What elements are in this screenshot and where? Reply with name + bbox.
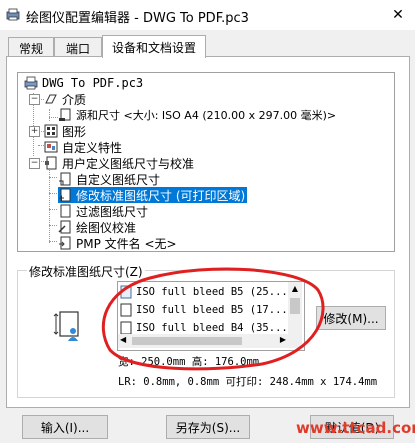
tab-device-document-settings[interactable]: 设备和文档设置 [102, 35, 206, 58]
tree-item-source-size[interactable]: 源和尺寸 <大小: ISO A4 (210.00 x 297.00 毫米)> [58, 107, 336, 123]
page-icon [120, 321, 132, 335]
expand-icon[interactable]: + [29, 126, 40, 137]
tree-root[interactable]: DWG To PDF.pc3 [24, 75, 143, 91]
tree-item-user-paper[interactable]: 用户定义图纸尺寸与校准 [44, 155, 194, 171]
list-item[interactable]: ISO full bleed B5 (25... [120, 283, 288, 301]
tree-item-media[interactable]: 介质 [44, 91, 86, 107]
graphics-icon [44, 124, 58, 138]
horizontal-scrollbar[interactable]: ◀ ▶ [118, 334, 288, 348]
close-icon: ✕ [392, 7, 404, 23]
plotter-calibration-icon [58, 220, 71, 234]
custom-properties-icon [44, 141, 58, 153]
collapse-icon[interactable]: − [29, 158, 40, 169]
scroll-up-icon[interactable]: ▲ [290, 284, 300, 294]
scroll-thumb[interactable] [290, 298, 300, 314]
filter-paper-icon [60, 204, 71, 218]
settings-tree[interactable]: DWG To PDF.pc3 − 介质 源和尺寸 <大小: ISO A4 (21… [17, 72, 395, 252]
window-title: 绘图仪配置编辑器 - DWG To PDF.pc3 [26, 11, 249, 26]
modify-button[interactable]: 修改(M)... [316, 306, 386, 330]
page-icon [120, 285, 132, 299]
tree-item-graphics[interactable]: 图形 [44, 123, 86, 139]
title-bar: 绘图仪配置编辑器 - DWG To PDF.pc3 ✕ [0, 0, 415, 30]
collapse-icon[interactable]: − [29, 94, 40, 105]
tree-item-filter-paper-size[interactable]: 过滤图纸尺寸 [58, 203, 148, 219]
pmp-file-icon [59, 236, 71, 250]
watermark: www.ttcad.com [296, 419, 415, 437]
media-icon [45, 94, 57, 104]
tree-item-custom-paper-size[interactable]: 自定义图纸尺寸 [58, 171, 160, 187]
save-as-button[interactable]: 另存为(S)... [166, 415, 250, 439]
plotter-app-icon [6, 8, 20, 21]
close-button[interactable]: ✕ [383, 2, 413, 28]
user-paper-icon [45, 156, 57, 170]
group-label: 修改标准图纸尺寸(Z) [27, 263, 145, 280]
tree-item-plotter-calibration[interactable]: 绘图仪校准 [58, 219, 136, 235]
page-icon [120, 303, 132, 317]
scroll-right-icon[interactable]: ▶ [280, 335, 286, 344]
tree-item-pmp-file[interactable]: PMP 文件名 <无> [58, 235, 177, 251]
paper-size-preview-icon [53, 311, 79, 341]
modify-paper-icon [59, 188, 71, 202]
tree-item-custom-properties[interactable]: 自定义特性 [44, 139, 122, 155]
printable-area-text: LR: 0.8mm, 0.8mm 可打印: 248.4mm x 174.4mm [118, 376, 378, 388]
tree-item-modify-paper-size[interactable]: 修改标准图纸尺寸 (可打印区域) [58, 187, 248, 203]
tab-general[interactable]: 常规 [8, 37, 54, 58]
list-item[interactable]: ISO full bleed B5 (17... [120, 301, 288, 319]
page-size-icon [59, 108, 71, 121]
scroll-left-icon[interactable]: ◀ [120, 335, 126, 344]
custom-paper-size-icon [59, 172, 71, 186]
scroll-thumb[interactable] [132, 337, 242, 345]
vertical-scrollbar[interactable]: ▲ [288, 282, 302, 348]
import-button[interactable]: 输入(I)... [22, 415, 108, 439]
paper-dimensions-text: 宽: 250.0mm 高: 176.0mm [118, 356, 260, 368]
plotter-icon [24, 76, 38, 90]
tab-ports[interactable]: 端口 [54, 37, 102, 58]
